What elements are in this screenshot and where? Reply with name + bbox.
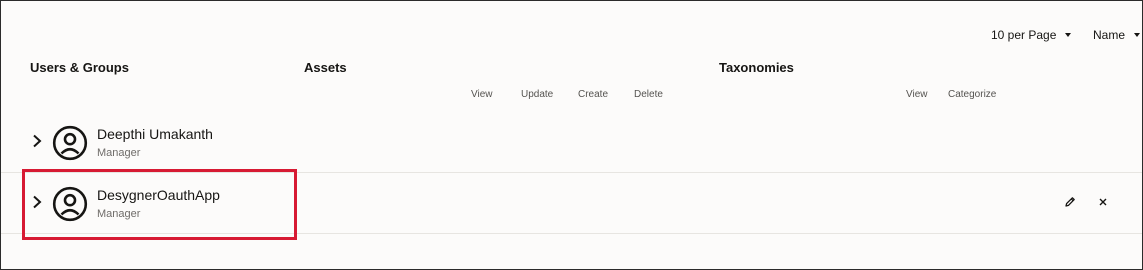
taxonomies-header: Taxonomies [719,60,794,75]
caret-down-icon [1134,33,1141,37]
taxonomies-categorize-header: Categorize [948,89,997,100]
per-page-dropdown[interactable]: 10 per Page [991,28,1072,42]
remove-button[interactable] [1094,193,1112,211]
sort-label: Name [1093,28,1126,42]
caret-down-icon [1065,33,1072,37]
user-role: Manager [97,147,141,159]
user-name: Deepthi Umakanth [97,126,213,142]
assets-create-header: Create [578,89,609,100]
users-groups-header: Users & Groups [30,60,129,75]
table-row: DesygnerOauthApp Manager [1,173,1142,234]
chevron-right-icon[interactable] [30,191,44,213]
per-page-label: 10 per Page [991,28,1057,42]
chevron-right-icon[interactable] [30,130,44,152]
sort-dropdown[interactable]: Name [1093,28,1141,42]
user-role: Manager [97,208,141,220]
edit-button[interactable] [1061,193,1079,211]
pencil-icon [1065,197,1075,207]
assets-header: Assets [304,60,347,75]
permissions-panel: 10 per Page Name Users & Groups Assets T… [0,0,1143,270]
table-row: Deepthi Umakanth Manager [1,112,1142,173]
user-name: DesygnerOauthApp [97,187,220,203]
taxonomies-view-header: View [906,89,928,100]
assets-update-header: Update [521,89,554,100]
assets-view-header: View [471,89,493,100]
close-icon [1099,198,1107,206]
user-avatar-icon [52,125,88,161]
user-avatar-icon [52,186,88,222]
assets-delete-header: Delete [634,89,663,100]
